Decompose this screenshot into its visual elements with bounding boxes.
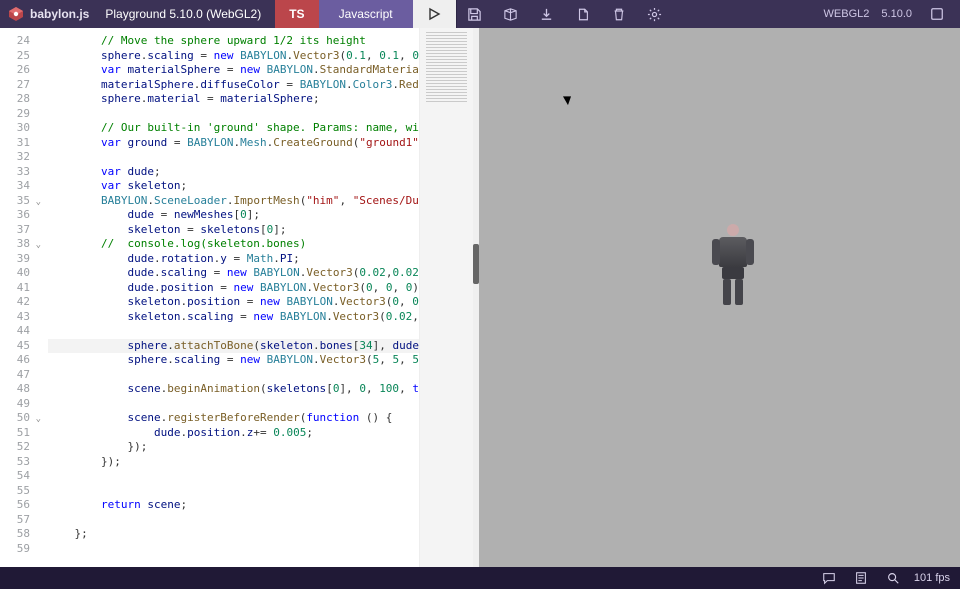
minimap-preview xyxy=(426,32,467,102)
logo-icon xyxy=(8,6,24,22)
mouse-cursor-icon xyxy=(563,93,574,105)
code-line[interactable]: var skeleton; xyxy=(48,179,419,194)
bottom-bar: 101 fps xyxy=(0,567,960,589)
code-line[interactable] xyxy=(48,150,419,165)
brand-logo[interactable]: babylon.js xyxy=(0,0,99,28)
code-line[interactable]: dude.rotation.y = Math.PI; xyxy=(48,252,419,267)
code-line[interactable] xyxy=(48,107,419,122)
code-line[interactable]: return scene; xyxy=(48,498,419,513)
code-line[interactable]: var dude; xyxy=(48,165,419,180)
code-line[interactable]: skeleton = skeletons[0]; xyxy=(48,223,419,238)
code-line[interactable] xyxy=(48,542,419,557)
version-label[interactable]: 5.10.0 xyxy=(881,8,912,20)
save-button[interactable] xyxy=(457,0,493,28)
code-line[interactable] xyxy=(48,324,419,339)
character-mesh xyxy=(713,224,753,310)
code-line[interactable]: dude.position.z+= 0.005; xyxy=(48,426,419,441)
code-line[interactable]: // Our built-in 'ground' shape. Params: … xyxy=(48,121,419,136)
code-line[interactable]: // Move the sphere upward 1/2 its height xyxy=(48,34,419,49)
engine-label[interactable]: WEBGL2 xyxy=(824,8,870,20)
code-line[interactable]: sphere.attachToBone(skeleton.bones[34], … xyxy=(48,339,419,354)
code-line[interactable] xyxy=(48,469,419,484)
code-line[interactable] xyxy=(48,397,419,412)
fold-toggle-icon[interactable]: ⌄ xyxy=(36,238,41,253)
top-toolbar: babylon.js Playground 5.10.0 (WebGL2) TS… xyxy=(0,0,960,28)
code-line[interactable]: sphere.scaling = new BABYLON.Vector3(0.1… xyxy=(48,49,419,64)
code-line[interactable] xyxy=(48,513,419,528)
fold-toggle-icon[interactable]: ⌄ xyxy=(36,412,41,427)
new-button[interactable] xyxy=(565,0,601,28)
settings-button[interactable] xyxy=(637,0,673,28)
code-line[interactable]: skeleton.position = new BABYLON.Vector3(… xyxy=(48,295,419,310)
fullscreen-button[interactable] xyxy=(924,0,950,28)
code-line[interactable]: scene.beginAnimation(skeletons[0], 0, 10… xyxy=(48,382,419,397)
brand-name: babylon.js xyxy=(30,7,89,21)
engine-info: WEBGL2 5.10.0 xyxy=(814,0,960,28)
playground-version: Playground 5.10.0 (WebGL2) xyxy=(99,0,275,28)
docs-icon[interactable] xyxy=(850,567,872,589)
action-toolbar xyxy=(457,0,673,28)
code-line[interactable]: BABYLON.SceneLoader.ImportMesh("him", "S… xyxy=(48,194,419,209)
code-line[interactable] xyxy=(48,368,419,383)
lang-tab-js[interactable]: Javascript xyxy=(319,0,413,28)
minimap[interactable] xyxy=(419,28,473,567)
fps-counter: 101 fps xyxy=(914,572,950,584)
code-line[interactable]: dude = newMeshes[0]; xyxy=(48,208,419,223)
chat-icon[interactable] xyxy=(818,567,840,589)
code-line[interactable] xyxy=(48,484,419,499)
code-editor[interactable]: 242526272829303132333435⌄363738⌄39404142… xyxy=(0,28,473,567)
code-line[interactable]: var ground = BABYLON.Mesh.CreateGround("… xyxy=(48,136,419,151)
code-line[interactable]: materialSphere.diffuseColor = BABYLON.Co… xyxy=(48,78,419,93)
inspector-button[interactable] xyxy=(493,0,529,28)
code-line[interactable]: }); xyxy=(48,440,419,455)
code-line[interactable]: // console.log(skeleton.bones) xyxy=(48,237,419,252)
code-line[interactable]: dude.scaling = new BABYLON.Vector3(0.02,… xyxy=(48,266,419,281)
code-content[interactable]: // Move the sphere upward 1/2 its height… xyxy=(44,28,419,567)
code-line[interactable]: skeleton.scaling = new BABYLON.Vector3(0… xyxy=(48,310,419,325)
code-line[interactable]: }); xyxy=(48,455,419,470)
code-line[interactable]: var materialSphere = new BABYLON.Standar… xyxy=(48,63,419,78)
search-icon[interactable] xyxy=(882,567,904,589)
fold-toggle-icon[interactable]: ⌄ xyxy=(36,195,41,210)
code-line[interactable]: sphere.scaling = new BABYLON.Vector3(5, … xyxy=(48,353,419,368)
code-line[interactable]: dude.position = new BABYLON.Vector3(0, 0… xyxy=(48,281,419,296)
lang-tab-ts[interactable]: TS xyxy=(275,0,318,28)
line-gutter: 242526272829303132333435⌄363738⌄39404142… xyxy=(0,28,44,567)
clear-button[interactable] xyxy=(601,0,637,28)
code-line[interactable]: }; xyxy=(48,527,419,542)
code-line[interactable]: sphere.material = materialSphere; xyxy=(48,92,419,107)
run-button[interactable] xyxy=(413,0,457,28)
render-canvas[interactable] xyxy=(479,28,960,567)
download-button[interactable] xyxy=(529,0,565,28)
code-line[interactable]: scene.registerBeforeRender(function () { xyxy=(48,411,419,426)
main-area: 242526272829303132333435⌄363738⌄39404142… xyxy=(0,28,960,567)
